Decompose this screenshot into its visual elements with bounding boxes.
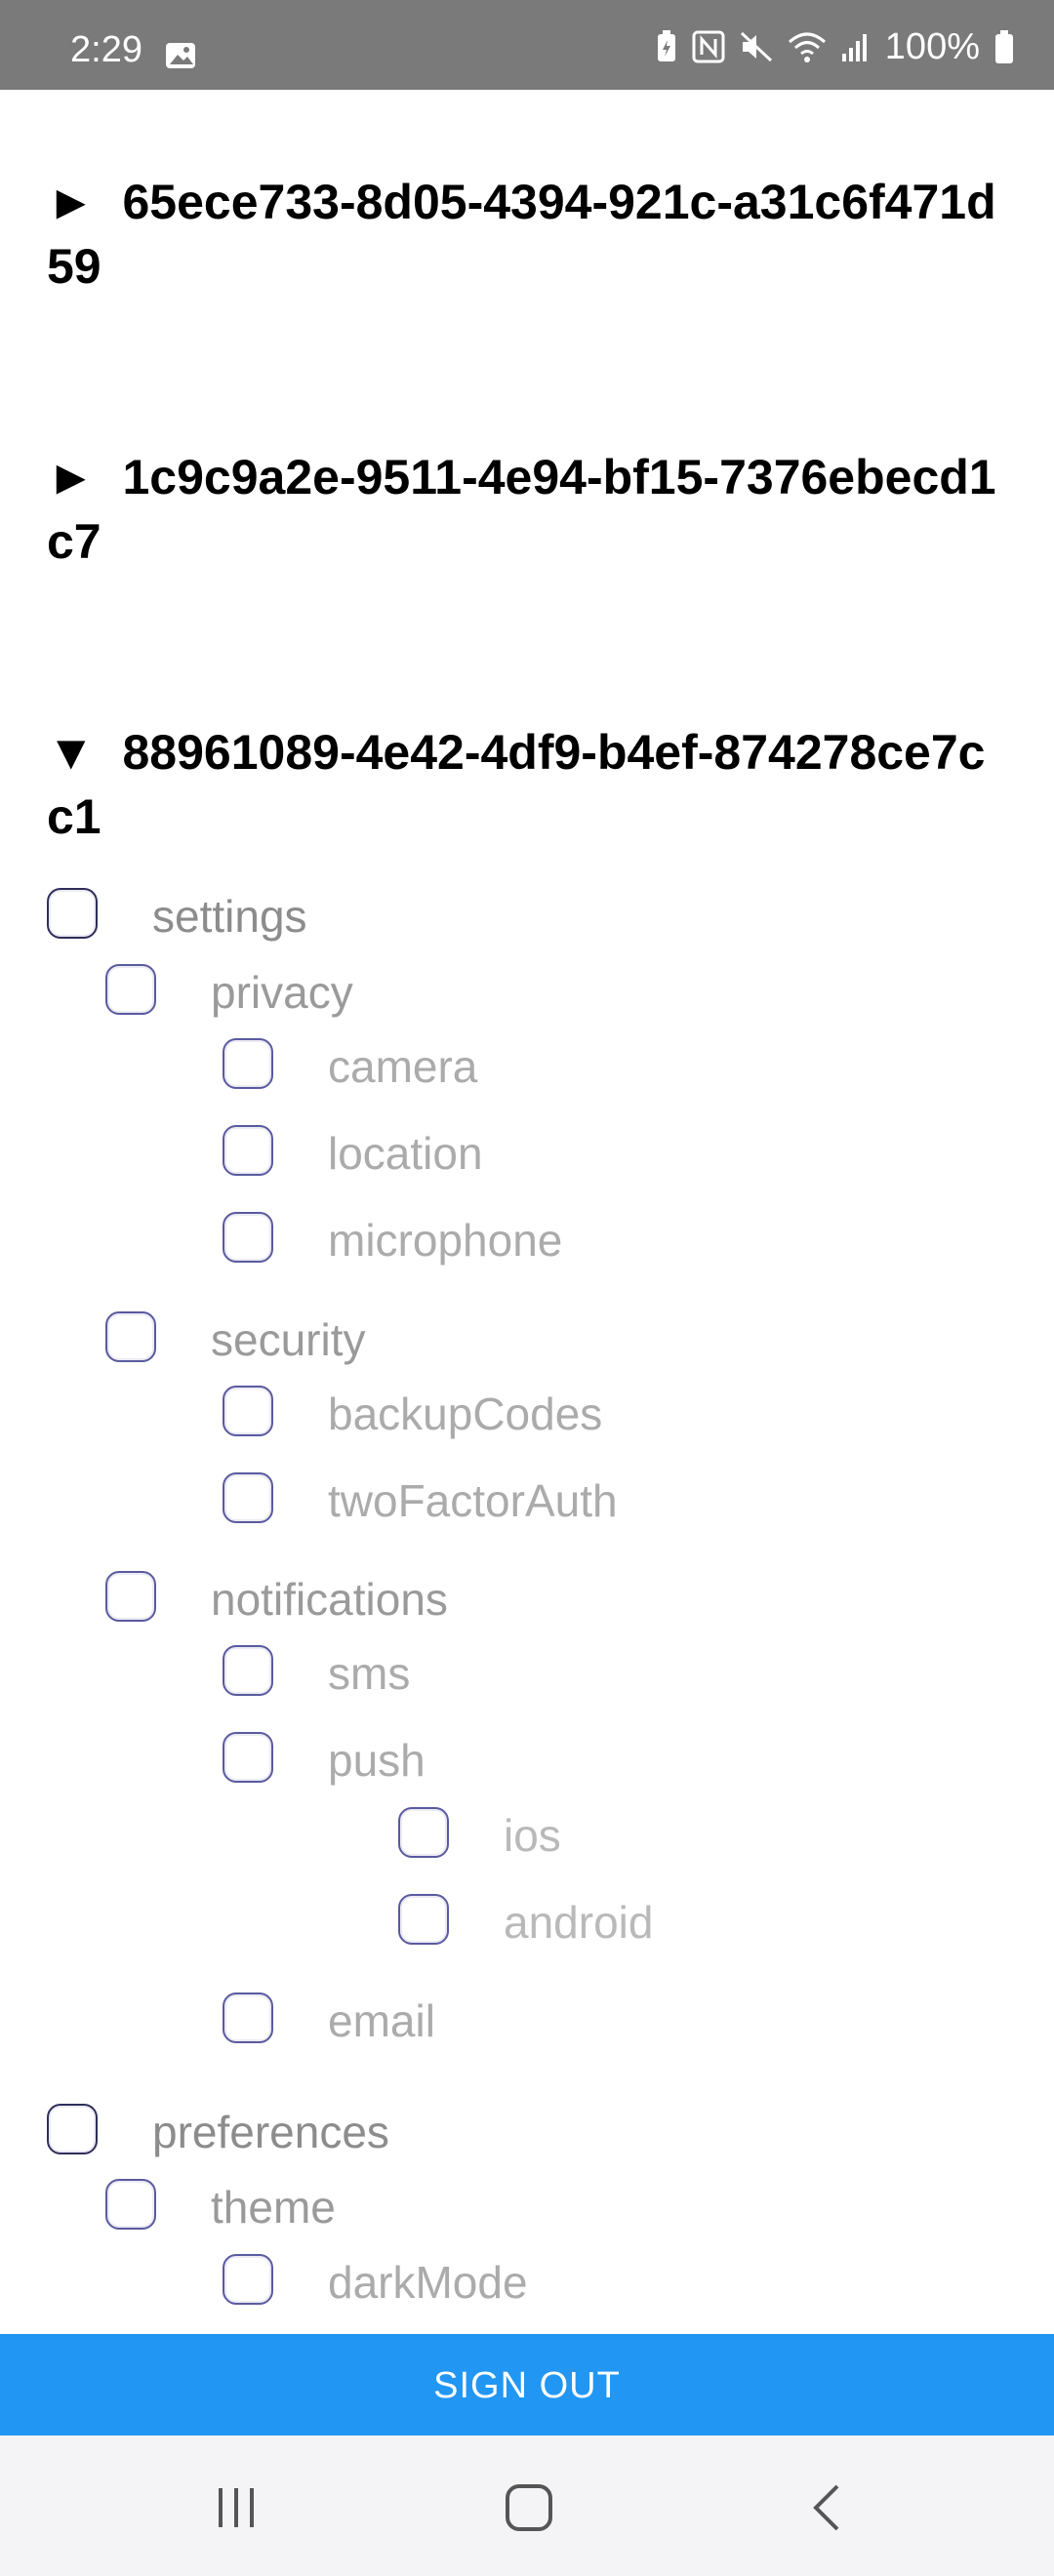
group-title: 65ece733-8d05-4394-921c-a31c6f471d59 <box>47 175 996 294</box>
status-icons: 100% <box>655 25 1015 67</box>
checkbox[interactable] <box>105 2179 156 2230</box>
checkbox[interactable] <box>105 1311 156 1362</box>
wifi-icon <box>788 32 826 62</box>
checkbox[interactable] <box>223 1472 273 1523</box>
tree-label: security <box>211 1314 366 1365</box>
battery-saver-icon <box>657 30 675 61</box>
home-icon[interactable] <box>490 2469 568 2547</box>
mute-icon <box>740 31 772 62</box>
navigation-bar <box>0 2435 1054 2576</box>
sign-out-button[interactable]: SIGN OUT <box>0 2334 1054 2435</box>
tree-label: twoFactorAuth <box>328 1475 618 1526</box>
checkbox[interactable] <box>223 1125 273 1176</box>
content: ► 65ece733-8d05-4394-921c-a31c6f471d59 ► 1… <box>0 90 1054 2334</box>
expand-arrow-icon: ► <box>47 175 96 229</box>
tree-label: settings <box>152 891 307 942</box>
tree-label: preferences <box>152 2107 389 2157</box>
checkbox[interactable] <box>105 1571 156 1622</box>
tree-label: location <box>328 1128 483 1179</box>
tree-label: sms <box>328 1648 411 1699</box>
back-icon[interactable] <box>789 2469 867 2547</box>
recent-apps-icon[interactable] <box>197 2469 275 2547</box>
collapse-arrow-icon: ▼ <box>47 725 96 780</box>
group-header[interactable]: ► 65ece733-8d05-4394-921c-a31c6f471d59 <box>47 170 1003 299</box>
tree-label: email <box>328 1995 435 2046</box>
expand-arrow-icon: ► <box>47 450 96 504</box>
status-time: 2:29 <box>70 29 142 70</box>
tree-label: privacy <box>211 967 353 1018</box>
tree-label: ios <box>504 1810 561 1861</box>
checkbox[interactable] <box>223 1386 273 1436</box>
battery-percent: 100% <box>884 25 980 67</box>
group-title: 88961089-4e42-4df9-b4ef-874278ce7cc1 <box>47 725 986 844</box>
tree-label: android <box>504 1897 654 1948</box>
checkbox[interactable] <box>47 888 98 939</box>
checkbox[interactable] <box>223 1645 273 1696</box>
tree-label: push <box>328 1735 426 1786</box>
tree-label: theme <box>211 2182 336 2233</box>
status-bar: 2:29 100% <box>0 0 1054 90</box>
group-header[interactable]: ► 1c9c9a2e-9511-4e94-bf15-7376ebecd1c7 <box>47 445 1003 574</box>
checkbox[interactable] <box>223 1212 273 1263</box>
group-header[interactable]: ▼ 88961089-4e42-4df9-b4ef-874278ce7cc1 <box>47 720 1003 849</box>
gallery-icon <box>166 43 195 68</box>
checkbox[interactable] <box>223 2254 273 2305</box>
tree-label: backupCodes <box>328 1389 603 1439</box>
tree-label: camera <box>328 1041 478 1092</box>
nfc-icon <box>692 30 725 63</box>
signal-icon <box>841 34 867 61</box>
tree-label: microphone <box>328 1215 563 1266</box>
checkbox[interactable] <box>223 1038 273 1089</box>
checkbox[interactable] <box>398 1807 449 1858</box>
checkbox[interactable] <box>47 2104 98 2154</box>
checkbox[interactable] <box>223 1992 273 2043</box>
checkbox[interactable] <box>223 1732 273 1783</box>
tree-label: darkMode <box>328 2257 528 2308</box>
checkbox[interactable] <box>105 964 156 1015</box>
group-title: 1c9c9a2e-9511-4e94-bf15-7376ebecd1c7 <box>47 450 996 569</box>
battery-icon <box>995 30 1013 63</box>
checkbox[interactable] <box>398 1894 449 1945</box>
tree-label: notifications <box>211 1574 448 1625</box>
